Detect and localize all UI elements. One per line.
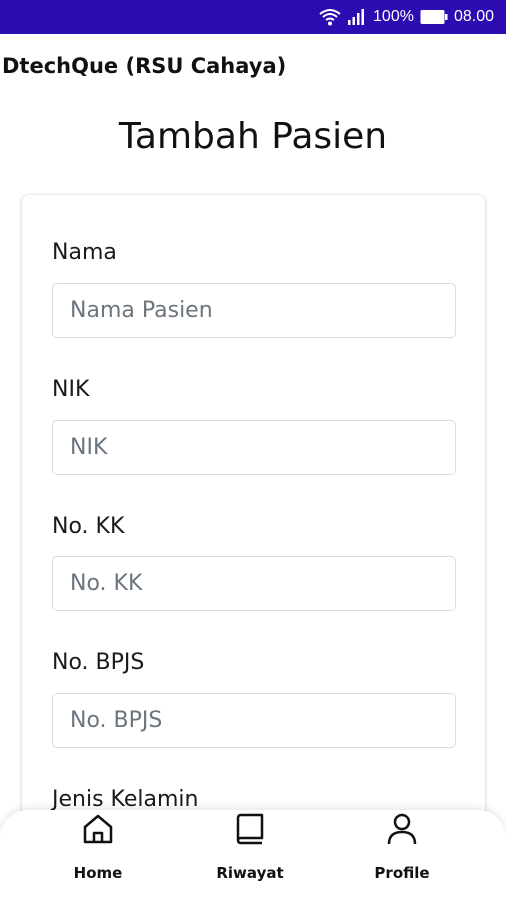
jenis-kelamin-label: Jenis Kelamin bbox=[52, 787, 199, 812]
nik-label: NIK bbox=[52, 377, 90, 402]
nav-riwayat-label: Riwayat bbox=[216, 864, 284, 882]
clock: 08.00 bbox=[453, 8, 494, 25]
nik-input[interactable] bbox=[52, 420, 456, 475]
no-bpjs-input[interactable] bbox=[52, 693, 456, 748]
battery-percent: 100% bbox=[373, 8, 414, 25]
no-kk-label: No. KK bbox=[52, 514, 125, 539]
no-kk-input[interactable] bbox=[52, 556, 456, 611]
person-icon bbox=[385, 812, 419, 851]
page-title: Tambah Pasien bbox=[118, 116, 388, 157]
home-icon bbox=[81, 812, 115, 851]
bottom-nav: Home Riwayat Profile bbox=[0, 810, 506, 900]
nama-label: Nama bbox=[52, 240, 117, 265]
nav-riwayat[interactable]: Riwayat bbox=[202, 810, 298, 900]
nav-profile-label: Profile bbox=[374, 864, 430, 882]
no-bpjs-label: No. BPJS bbox=[52, 650, 145, 675]
app-title: DtechQue (RSU Cahaya) bbox=[2, 54, 287, 78]
battery-icon bbox=[420, 9, 448, 25]
nav-home[interactable]: Home bbox=[50, 810, 146, 900]
nav-profile[interactable]: Profile bbox=[354, 810, 450, 900]
nama-input[interactable] bbox=[52, 283, 456, 338]
book-icon bbox=[233, 812, 267, 851]
nav-home-label: Home bbox=[73, 864, 123, 882]
signal-icon bbox=[347, 8, 367, 26]
wifi-icon bbox=[319, 7, 341, 27]
status-bar: 100% 08.00 bbox=[0, 0, 506, 34]
